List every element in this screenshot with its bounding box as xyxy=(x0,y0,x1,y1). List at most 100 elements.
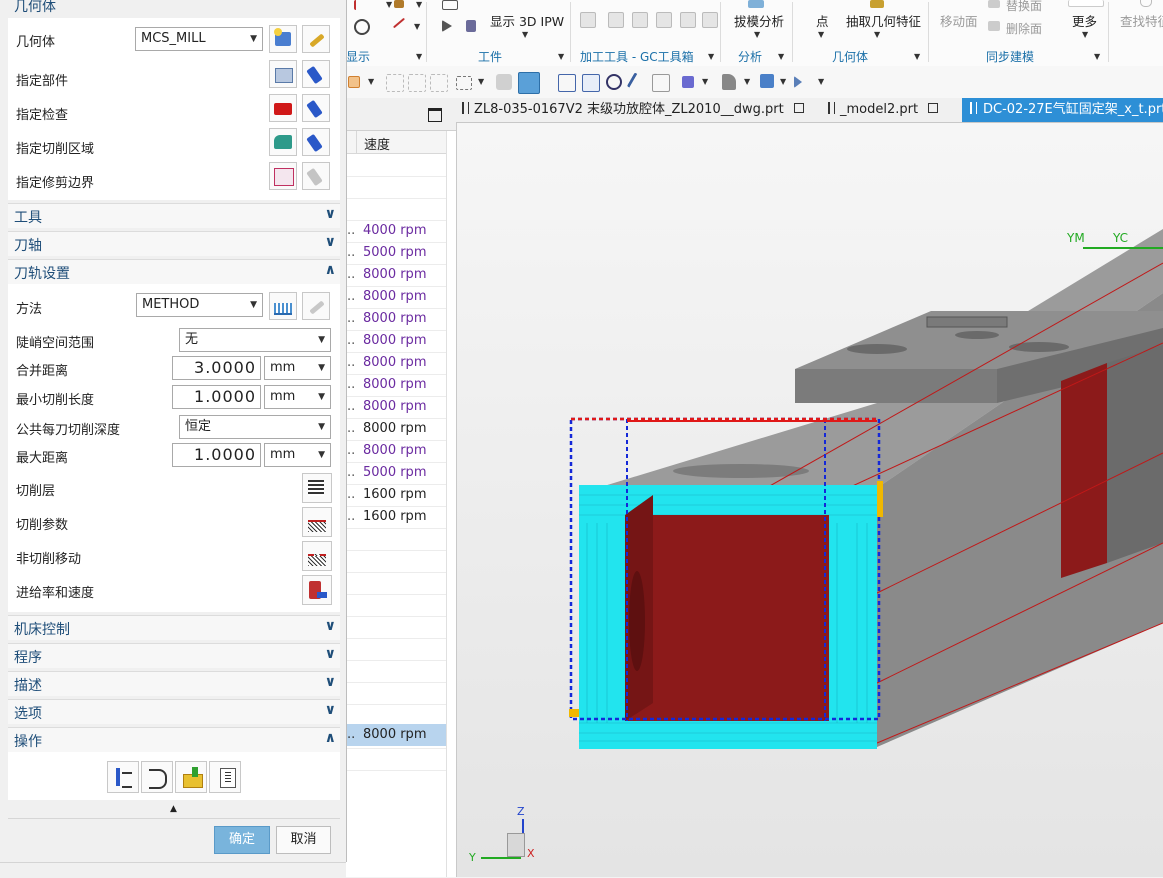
generate-button[interactable] xyxy=(107,761,139,793)
ipw-play-icon[interactable] xyxy=(442,20,452,32)
list-button[interactable] xyxy=(209,761,241,793)
gc-tool-4-icon[interactable] xyxy=(656,12,672,28)
merge-distance-input[interactable]: 3.0000 xyxy=(172,356,261,380)
snap-point-2-icon[interactable] xyxy=(408,74,426,92)
navigator-row[interactable] xyxy=(346,594,446,617)
navigator-row[interactable]: .. 1600 rpm xyxy=(346,506,446,529)
edit-method-button[interactable] xyxy=(302,292,330,320)
merge-distance-unit-select[interactable]: mm ▼ xyxy=(264,356,331,380)
nav-maximize-icon[interactable] xyxy=(428,108,442,122)
column-speed-header[interactable]: 速度 xyxy=(364,134,390,153)
tool-holder-icon[interactable] xyxy=(394,0,404,8)
specify-check-button[interactable] xyxy=(269,94,297,122)
min-cut-length-input[interactable]: 1.0000 xyxy=(172,385,261,409)
navigator-row[interactable]: .. 8000 rpm xyxy=(346,264,446,287)
common-depth-select[interactable]: 恒定 ▼ xyxy=(179,415,331,439)
find-features-button[interactable]: 查找特征 xyxy=(1120,11,1163,30)
extract-geometry-button[interactable]: 抽取几何特征 xyxy=(846,11,921,30)
cut-params-button[interactable] xyxy=(302,507,332,537)
navigator-row[interactable]: .. 4000 rpm xyxy=(346,220,446,243)
section-tool-axis[interactable]: 刀轴 ∨ xyxy=(8,231,340,256)
point-button[interactable]: 点 xyxy=(816,11,829,30)
gc-tool-2-icon[interactable] xyxy=(608,12,624,28)
draft-analysis-button[interactable]: 拔模分析 xyxy=(734,11,784,30)
fit-view-icon[interactable] xyxy=(558,74,576,92)
navigator-row[interactable] xyxy=(346,660,446,683)
show-cut-area-button[interactable] xyxy=(302,128,330,156)
show-part-button[interactable] xyxy=(302,60,330,88)
new-method-button[interactable] xyxy=(269,292,297,320)
view-cube-icon[interactable] xyxy=(518,72,540,94)
edge-display-icon[interactable] xyxy=(722,74,736,90)
selection-filter-icon[interactable] xyxy=(348,76,360,88)
section-actions[interactable]: 操作 ∧ xyxy=(8,727,340,752)
steep-range-select[interactable]: 无 ▼ xyxy=(179,328,331,352)
tab-document-2[interactable]: _model2.prt xyxy=(828,98,948,122)
navigator-selected-row[interactable]: .. 8000 rpm xyxy=(346,724,446,746)
more-icon[interactable] xyxy=(1068,0,1104,7)
navigator-row[interactable] xyxy=(346,154,446,177)
gc-tool-6-icon[interactable] xyxy=(702,12,718,28)
navigator-row[interactable] xyxy=(346,572,446,595)
section-description[interactable]: 描述 ∨ xyxy=(8,671,340,696)
tab-document-3[interactable]: DC-02-27E气缸固定架_x_t.prt xyxy=(962,98,1163,122)
line-tool-icon[interactable] xyxy=(392,17,406,29)
max-distance-unit-select[interactable]: mm ▼ xyxy=(264,443,331,467)
cut-levels-button[interactable] xyxy=(302,473,332,503)
geometry-select[interactable]: MCS_MILL ▼ xyxy=(135,27,263,51)
feeds-speeds-button[interactable] xyxy=(302,575,332,605)
gc-tool-1-icon[interactable] xyxy=(580,12,596,28)
navigator-row[interactable]: .. 8000 rpm xyxy=(346,330,446,353)
rotate-icon[interactable] xyxy=(606,74,622,90)
navigator-row[interactable]: .. 8000 rpm xyxy=(346,352,446,375)
replay-button[interactable] xyxy=(141,761,173,793)
zoom-icon[interactable] xyxy=(582,74,600,92)
trim-tool-icon[interactable] xyxy=(794,76,802,88)
method-select[interactable]: METHOD ▼ xyxy=(136,293,263,317)
tab-document-1[interactable]: ZL8-035-0167V2 末级功放腔体_ZL2010__dwg.prt xyxy=(462,98,804,122)
new-geometry-button[interactable] xyxy=(269,25,297,53)
pan-icon[interactable] xyxy=(626,72,645,92)
part-model[interactable] xyxy=(457,123,1163,877)
gc-tool-5-icon[interactable] xyxy=(680,12,696,28)
graphics-viewport[interactable]: YM YC Z Y X xyxy=(457,123,1163,877)
collapse-arrow-icon[interactable]: ▲ xyxy=(170,804,177,814)
verify-button[interactable] xyxy=(175,761,207,793)
navigator-row[interactable]: .. 8000 rpm xyxy=(346,396,446,419)
render-style-icon[interactable] xyxy=(682,76,694,88)
specify-cut-area-button[interactable] xyxy=(269,128,297,156)
replace-face-button[interactable]: 替换面 xyxy=(1006,0,1042,14)
min-cut-length-unit-select[interactable]: mm ▼ xyxy=(264,385,331,409)
delete-face-button[interactable]: 删除面 xyxy=(1006,20,1042,37)
delete-face-icon[interactable] xyxy=(988,21,1000,31)
navigator-row[interactable]: .. 5000 rpm xyxy=(346,242,446,265)
section-geometry[interactable]: 几何体 xyxy=(8,0,340,16)
section-options[interactable]: 选项 ∨ xyxy=(8,699,340,724)
max-distance-input[interactable]: 1.0000 xyxy=(172,443,261,467)
navigator-row[interactable] xyxy=(346,616,446,639)
display-3d-ipw-button[interactable]: 显示 3D IPW xyxy=(490,11,564,30)
navigator-row[interactable] xyxy=(346,748,446,771)
section-program[interactable]: 程序 ∨ xyxy=(8,643,340,668)
navigator-row[interactable]: .. 8000 rpm xyxy=(346,440,446,463)
edit-geometry-button[interactable] xyxy=(302,25,330,53)
navigator-row[interactable]: .. 8000 rpm xyxy=(346,418,446,441)
more-button[interactable]: 更多 xyxy=(1072,11,1097,30)
show-check-button[interactable] xyxy=(302,94,330,122)
section-machine-control[interactable]: 机床控制 ∨ xyxy=(8,615,340,640)
navigator-row[interactable]: .. 8000 rpm xyxy=(346,308,446,331)
orient-view-icon[interactable] xyxy=(652,74,670,92)
navigator-row[interactable] xyxy=(346,550,446,573)
find-features-icon[interactable] xyxy=(1140,0,1152,7)
gc-tool-3-icon[interactable] xyxy=(632,12,648,28)
replace-face-icon[interactable] xyxy=(988,0,1000,8)
snap-point-3-icon[interactable] xyxy=(430,74,448,92)
draft-analysis-icon[interactable] xyxy=(748,0,764,8)
navigator-row[interactable] xyxy=(346,638,446,661)
show-trim-boundary-button[interactable] xyxy=(302,162,330,190)
shaded-solid-icon[interactable] xyxy=(496,74,512,90)
section-path-settings[interactable]: 刀轨设置 ∧ xyxy=(8,259,340,284)
navigator-row[interactable]: .. 1600 rpm xyxy=(346,484,446,507)
ipw-arrow-icon[interactable] xyxy=(442,0,458,10)
curve-icon[interactable] xyxy=(354,0,370,10)
